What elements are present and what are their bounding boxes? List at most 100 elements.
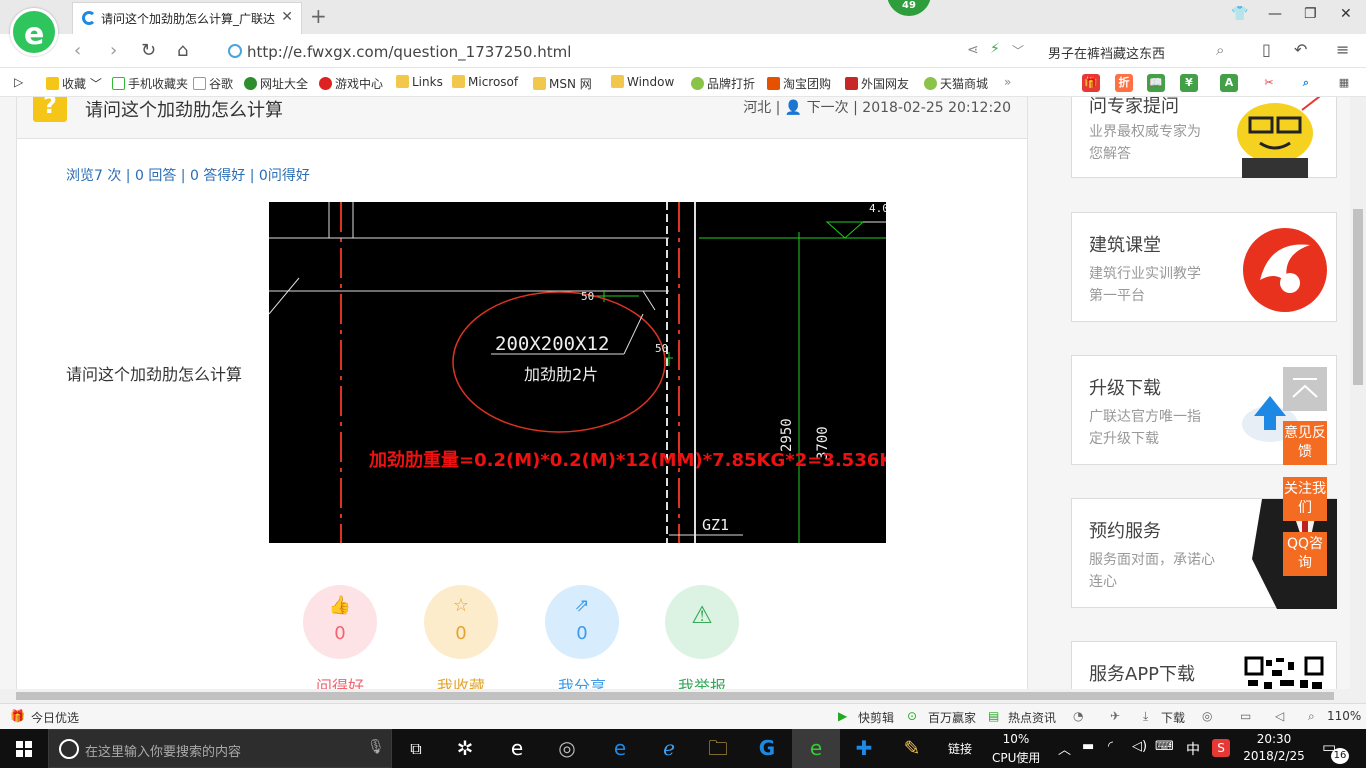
app-edge-icon[interactable]: e bbox=[596, 729, 644, 768]
app-explorer-icon[interactable]: 🗀 bbox=[694, 729, 742, 768]
share-icon[interactable]: ⋖ bbox=[967, 42, 979, 58]
speed-mode-icon[interactable]: ⚡ bbox=[990, 41, 1000, 57]
mobile-icon[interactable]: ▯ bbox=[1262, 40, 1271, 59]
taskbar-search-input[interactable]: 在这里输入你要搜索的内容 bbox=[85, 741, 241, 760]
bookmark-games[interactable]: 游戏中心 bbox=[319, 75, 383, 92]
volume-icon[interactable]: ◁) bbox=[1132, 739, 1147, 754]
microphone-icon[interactable]: 🎙 bbox=[367, 739, 385, 755]
new-tab-button[interactable]: + bbox=[310, 4, 327, 28]
clock-date[interactable]: 2018/2/25 bbox=[1240, 749, 1308, 763]
bookmark-taobao[interactable]: 淘宝团购 bbox=[767, 75, 831, 92]
quick-edit-link[interactable]: 快剪辑 bbox=[858, 709, 894, 726]
task-view-icon[interactable]: ⧉ bbox=[392, 729, 440, 768]
taskbar-search-box[interactable]: 在这里输入你要搜索的内容 🎙 bbox=[48, 729, 392, 768]
bookmark-windows[interactable]: Window bbox=[611, 75, 674, 89]
start-button[interactable] bbox=[0, 729, 48, 768]
zoom-level[interactable]: 110% bbox=[1327, 709, 1361, 723]
minimize-button[interactable]: — bbox=[1268, 6, 1282, 22]
speed-icon[interactable]: ◔ bbox=[1073, 709, 1083, 723]
horizontal-scroll-thumb[interactable] bbox=[16, 692, 1334, 700]
home-icon[interactable]: ⌂ bbox=[177, 40, 188, 61]
feedback-button[interactable]: 意见反馈 bbox=[1283, 421, 1327, 465]
vertical-scrollbar[interactable] bbox=[1350, 97, 1366, 689]
bookmark-links[interactable]: Links bbox=[396, 75, 443, 89]
skin-icon[interactable]: 👕 bbox=[1231, 6, 1248, 22]
menu-icon[interactable]: ≡ bbox=[1336, 40, 1349, 59]
cad-drawing-image[interactable]: 200X200X12 加劲肋2片 50 50 2950 3700 GZ1 4.0… bbox=[269, 202, 886, 543]
undo-icon[interactable]: ↶ bbox=[1294, 40, 1307, 59]
app-360-browser-icon[interactable]: e bbox=[493, 729, 541, 768]
extension-book-icon[interactable]: 📖 bbox=[1147, 74, 1165, 92]
daily-picks-link[interactable]: 今日优选 bbox=[31, 709, 79, 726]
bookmark-tmall[interactable]: 天猫商城 bbox=[924, 75, 988, 92]
back-to-top-button[interactable] bbox=[1283, 367, 1327, 411]
browser-tab[interactable]: 请问这个加劲肋怎么计算_广联达 ✕ bbox=[72, 2, 302, 34]
download-icon[interactable]: ⤓ bbox=[1143, 709, 1148, 724]
back-icon[interactable]: ‹ bbox=[74, 40, 81, 61]
ime-indicator[interactable]: 中 bbox=[1186, 739, 1200, 759]
app-plus-icon[interactable]: ✚ bbox=[840, 729, 888, 768]
link-label[interactable]: 链接 bbox=[948, 740, 972, 757]
app-pinwheel-icon[interactable]: ✲ bbox=[441, 729, 489, 768]
share-button[interactable]: ⇗ 0 我分享 bbox=[545, 585, 619, 689]
app-notes-icon[interactable]: ✎ bbox=[888, 729, 936, 768]
winner-link[interactable]: 百万赢家 bbox=[928, 709, 976, 726]
clock-time[interactable]: 20:30 bbox=[1246, 732, 1302, 746]
battery-icon[interactable]: ▬ bbox=[1082, 739, 1094, 754]
ie-mode-icon[interactable]: ◎ bbox=[1202, 709, 1212, 723]
app-swirl-icon[interactable]: ◎ bbox=[543, 729, 591, 768]
refresh-icon[interactable]: ↻ bbox=[141, 40, 156, 61]
forward-icon[interactable]: › bbox=[110, 40, 117, 61]
pin-icon[interactable]: ✈ bbox=[1110, 709, 1120, 723]
app-download-card[interactable]: 服务APP下载 bbox=[1071, 641, 1337, 689]
favorite-button[interactable]: ☆ 0 我收藏 bbox=[424, 585, 498, 689]
tab-close-icon[interactable]: ✕ bbox=[281, 9, 293, 25]
follow-us-button[interactable]: 关注我们 bbox=[1283, 477, 1327, 521]
more-bookmarks-icon[interactable]: » bbox=[1004, 75, 1011, 89]
gift-icon[interactable]: 🎁 bbox=[10, 709, 25, 723]
sogou-ime-icon[interactable]: S bbox=[1212, 739, 1230, 757]
download-link[interactable]: 下载 bbox=[1161, 709, 1185, 726]
qq-consult-button[interactable]: QQ咨询 bbox=[1283, 532, 1327, 576]
ask-expert-card[interactable]: 问专家提问 业界最权威专家为您解答 bbox=[1071, 97, 1337, 178]
extension-discount-icon[interactable]: 折 bbox=[1115, 74, 1133, 92]
close-window-button[interactable]: ✕ bbox=[1340, 6, 1352, 22]
extension-search-icon[interactable]: ⌕ bbox=[1297, 74, 1315, 92]
helpful-button[interactable]: 👍 0 问得好 bbox=[303, 585, 377, 689]
question-stats[interactable]: 浏览7 次 | 0 回答 | 0 答得好 | 0问得好 bbox=[66, 165, 310, 185]
notification-badge[interactable]: 49 bbox=[887, 0, 931, 16]
mute-icon[interactable]: ◁ bbox=[1275, 709, 1284, 723]
bookmark-brand-sale[interactable]: 品牌打折 bbox=[691, 75, 755, 92]
app-360-active-icon[interactable]: e bbox=[792, 729, 840, 768]
bookmark-google[interactable]: 谷歌 bbox=[193, 75, 233, 92]
course-card[interactable]: 建筑课堂 建筑行业实训教学第一平台 bbox=[1071, 212, 1337, 322]
search-icon[interactable]: ⌕ bbox=[1216, 41, 1224, 59]
bookmark-microsoft[interactable]: Microsof bbox=[452, 75, 518, 89]
tray-chevron-icon[interactable]: ︿ bbox=[1058, 739, 1071, 758]
keyboard-icon[interactable]: ⌨ bbox=[1155, 739, 1174, 754]
app-glodon-icon[interactable]: G bbox=[743, 729, 791, 768]
vertical-scroll-thumb[interactable] bbox=[1353, 209, 1363, 385]
search-input[interactable]: 男子在裤裆藏这东西 bbox=[1048, 43, 1165, 62]
browser-logo[interactable]: e bbox=[10, 8, 58, 56]
horizontal-scrollbar[interactable] bbox=[0, 689, 1366, 703]
app-ie-icon[interactable]: ℯ bbox=[645, 729, 693, 768]
report-button[interactable]: ⚠ 我举报 bbox=[665, 585, 739, 689]
window-icon[interactable]: ▭ bbox=[1240, 709, 1251, 723]
bookmark-foreign[interactable]: 外国网友 bbox=[845, 75, 909, 92]
extension-translate-icon[interactable]: A bbox=[1220, 74, 1238, 92]
news-link[interactable]: 热点资讯 bbox=[1008, 709, 1056, 726]
bookmark-mobile[interactable]: 手机收藏夹 bbox=[112, 75, 188, 92]
address-bar[interactable]: http://e.fwxgx.com/question_1737250.html… bbox=[222, 37, 1036, 65]
extension-gift-icon[interactable]: 🎁 bbox=[1082, 74, 1100, 92]
extension-shield-icon[interactable]: ¥ bbox=[1180, 74, 1198, 92]
chevron-down-icon[interactable]: ﹀ bbox=[1012, 42, 1024, 59]
sidebar-toggle-icon[interactable]: ▷ bbox=[14, 75, 23, 89]
bookmark-favorites[interactable]: 收藏 ﹀ bbox=[46, 75, 102, 92]
extension-grid-icon[interactable]: ▦ bbox=[1335, 74, 1353, 92]
restore-button[interactable]: ❐ bbox=[1304, 6, 1317, 22]
search-box[interactable]: 男子在裤裆藏这东西 ⌕ bbox=[1040, 37, 1240, 65]
bookmark-msn[interactable]: MSN 网 bbox=[533, 75, 592, 92]
wifi-icon[interactable]: ◜ bbox=[1108, 739, 1113, 754]
extension-cut-icon[interactable]: ✂ bbox=[1260, 74, 1278, 92]
